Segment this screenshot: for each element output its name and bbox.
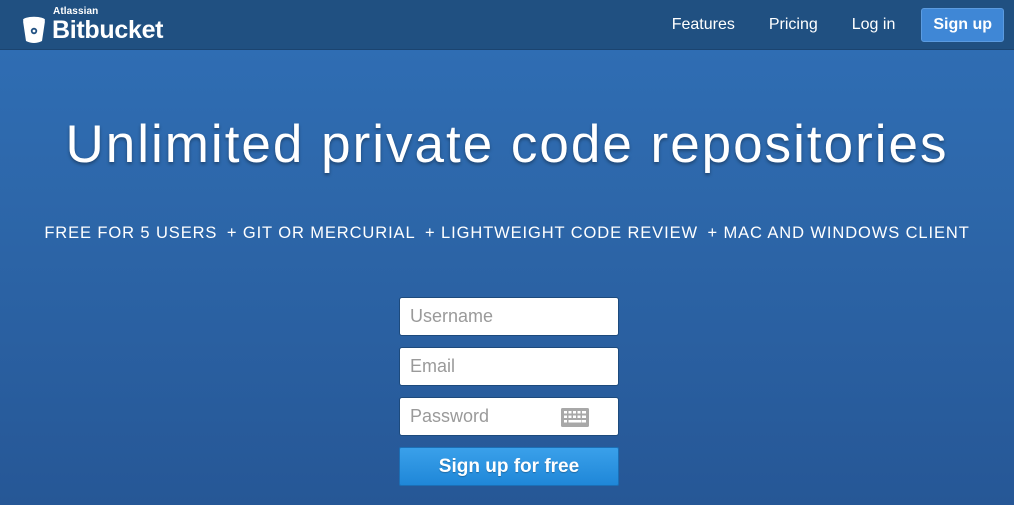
brand-name: Bitbucket — [52, 16, 164, 44]
nav-features-link[interactable]: Features — [672, 8, 735, 42]
header-signup-button[interactable]: Sign up — [921, 8, 1004, 42]
email-field-wrapper — [399, 347, 619, 386]
top-navigation-bar: Atlassian Bitbucket Features Pricing Log… — [0, 0, 1014, 50]
nav-pricing-link[interactable]: Pricing — [769, 8, 818, 42]
password-field-wrapper — [399, 397, 619, 436]
main-nav: Features Pricing Log in Sign up — [672, 8, 1004, 42]
feature-item: + MAC AND WINDOWS CLIENT — [707, 224, 970, 242]
username-field-wrapper — [399, 297, 619, 336]
keyboard-icon[interactable] — [561, 408, 589, 427]
signup-free-button[interactable]: Sign up for free — [399, 447, 619, 486]
nav-login-link[interactable]: Log in — [852, 8, 896, 42]
hero-title: Unlimited private code repositories — [65, 115, 949, 174]
feature-item: + GIT OR MERCURIAL — [226, 224, 416, 242]
feature-item: + LIGHTWEIGHT CODE REVIEW — [425, 224, 698, 242]
signup-form: Sign up for free — [399, 297, 619, 486]
feature-item: FREE FOR 5 USERS — [44, 224, 218, 242]
feature-list: FREE FOR 5 USERS + GIT OR MERCURIAL + LI… — [0, 224, 1014, 243]
email-input[interactable] — [400, 348, 618, 385]
username-input[interactable] — [400, 298, 618, 335]
bitbucket-logo-icon — [23, 16, 45, 43]
